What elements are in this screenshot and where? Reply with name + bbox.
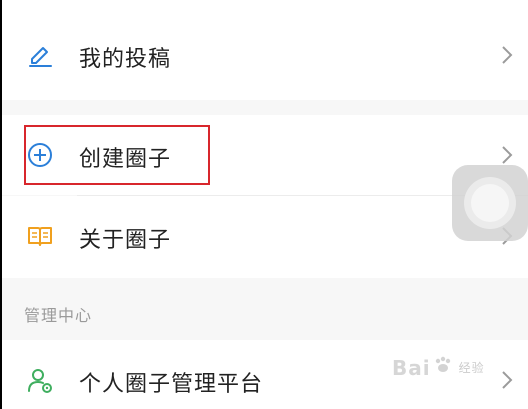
highlight-box bbox=[24, 125, 210, 185]
chevron-right-icon bbox=[500, 45, 514, 65]
chevron-right-icon bbox=[500, 145, 514, 165]
menu-item-my-posts[interactable]: 我的投稿 bbox=[2, 10, 528, 100]
person-gear-icon bbox=[26, 366, 54, 394]
floating-button-ring bbox=[464, 177, 516, 229]
watermark: Bai 经验 bbox=[392, 355, 485, 380]
watermark-subtext: 经验 bbox=[458, 361, 485, 375]
menu-item-label: 我的投稿 bbox=[79, 47, 172, 72]
chevron-right-icon bbox=[500, 370, 514, 390]
pencil-icon bbox=[26, 41, 54, 69]
menu-item-about-circle[interactable]: 关于圈子 bbox=[2, 196, 528, 278]
floating-button-core bbox=[471, 184, 509, 222]
menu-item-label: 个人圈子管理平台 bbox=[79, 372, 264, 397]
paw-icon bbox=[433, 355, 453, 380]
book-icon bbox=[26, 222, 54, 250]
menu-item-label: 关于圈子 bbox=[79, 228, 172, 253]
floating-assistive-button[interactable] bbox=[452, 165, 528, 241]
section-title-management: 管理中心 bbox=[24, 306, 93, 325]
settings-screen: 我的投稿 创建圈子 关于圈子 管理中心 个人圈子管理平台 Bai 经验 bbox=[0, 0, 528, 409]
watermark-text: Bai bbox=[392, 355, 431, 380]
top-strip bbox=[2, 0, 528, 10]
